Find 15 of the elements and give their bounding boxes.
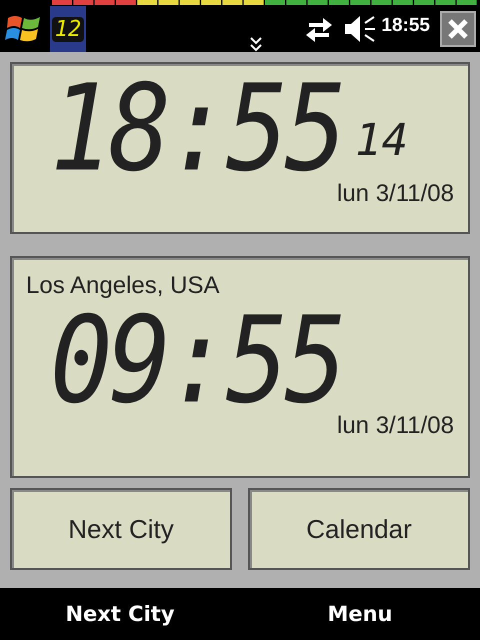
app-tile[interactable]: 12: [50, 6, 86, 52]
status-clock[interactable]: 18:55: [381, 15, 430, 37]
panel-button[interactable]: Calendar: [248, 488, 470, 570]
app-badge: 12: [52, 16, 84, 42]
panel-button[interactable]: Next City: [10, 488, 232, 570]
right-softkey[interactable]: Menu: [240, 601, 480, 627]
local-date: lun 3/11/08: [337, 180, 454, 208]
left-softkey[interactable]: Next City: [0, 601, 240, 627]
seconds: 14: [355, 115, 408, 166]
city-name: Los Angeles, USA: [26, 272, 220, 300]
chevron-down-icon[interactable]: [249, 36, 264, 52]
speaker-muted-icon[interactable]: [343, 15, 378, 43]
close-button[interactable]: [440, 11, 476, 47]
city-date: lun 3/11/08: [337, 412, 454, 440]
close-icon: [447, 18, 469, 40]
